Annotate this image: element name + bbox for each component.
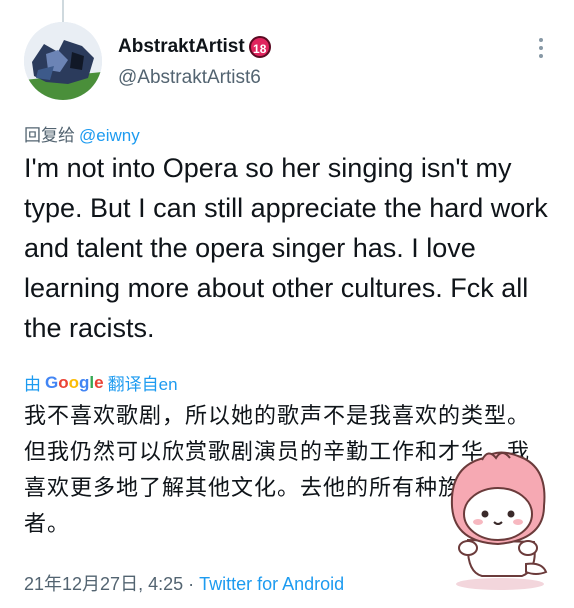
reply-to-link[interactable]: @eiwny	[79, 126, 140, 145]
age-18-badge-icon: 18	[248, 36, 271, 58]
google-logo: Google	[45, 372, 104, 392]
reply-prefix: 回复给	[24, 126, 75, 145]
display-name[interactable]: AbstraktArtist	[118, 36, 245, 58]
translation-attribution[interactable]: 由 Google 翻译自en	[24, 370, 178, 395]
more-vertical-icon[interactable]	[532, 36, 550, 60]
avatar[interactable]	[24, 22, 102, 100]
author-name-row[interactable]: AbstraktArtist 18	[118, 36, 271, 58]
timestamp[interactable]: 21年12月27日, 4:25	[24, 574, 183, 594]
tweet-metadata: 21年12月27日, 4:25 · Twitter for Android	[24, 570, 344, 596]
translate-prefix: 由	[24, 375, 41, 394]
translate-suffix: 翻译自en	[107, 375, 178, 394]
tweet-text: I'm not into Opera so her singing isn't …	[24, 153, 548, 343]
user-handle[interactable]: @AbstraktArtist6	[118, 67, 261, 89]
avatar-image	[24, 22, 102, 100]
reply-context: 回复给 @eiwny	[24, 121, 140, 146]
source-link[interactable]: Twitter for Android	[199, 574, 344, 594]
cartoon-sticker	[450, 451, 548, 590]
meta-separator: ·	[183, 574, 200, 594]
thread-connector-line	[62, 0, 64, 22]
